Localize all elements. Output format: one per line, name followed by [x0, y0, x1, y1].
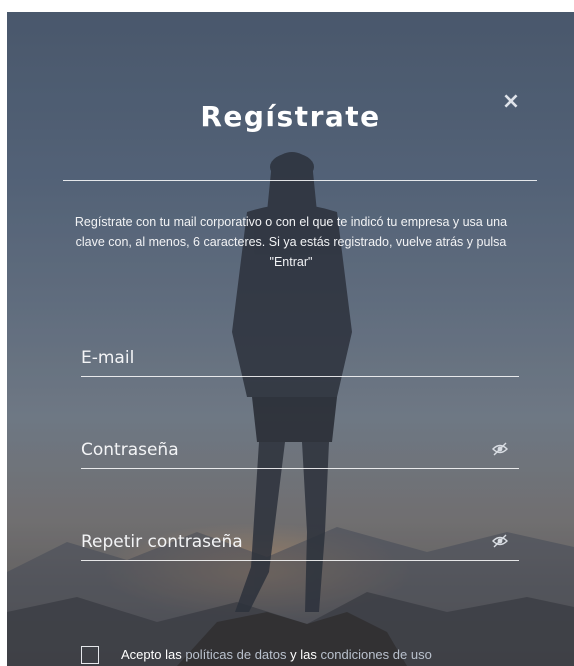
intro-text: Regístrate con tu mail corporativo o con…: [74, 215, 508, 269]
email-field: [81, 342, 519, 377]
terms-link[interactable]: condiciones de uso: [321, 647, 432, 662]
consent-middle: y las: [290, 647, 317, 662]
privacy-policy-link[interactable]: políticas de datos: [185, 647, 286, 662]
email-input[interactable]: [81, 342, 481, 374]
password-field: [81, 434, 519, 469]
register-modal: × Regístrate Regístrate con tu mail corp…: [7, 12, 574, 666]
repeat-password-field: [81, 526, 519, 561]
password-input[interactable]: [81, 434, 481, 466]
eye-slash-icon[interactable]: [491, 440, 509, 458]
consent-text: Acepto las políticas de datos y las cond…: [121, 647, 432, 662]
repeat-password-input[interactable]: [81, 526, 481, 558]
consent-checkbox[interactable]: [81, 646, 99, 664]
eye-slash-icon[interactable]: [491, 532, 509, 550]
consent-row: Acepto las políticas de datos y las cond…: [81, 646, 561, 666]
title-divider: [63, 180, 537, 181]
modal-title: Regístrate: [200, 100, 381, 133]
consent-prefix: Acepto las: [121, 647, 182, 662]
